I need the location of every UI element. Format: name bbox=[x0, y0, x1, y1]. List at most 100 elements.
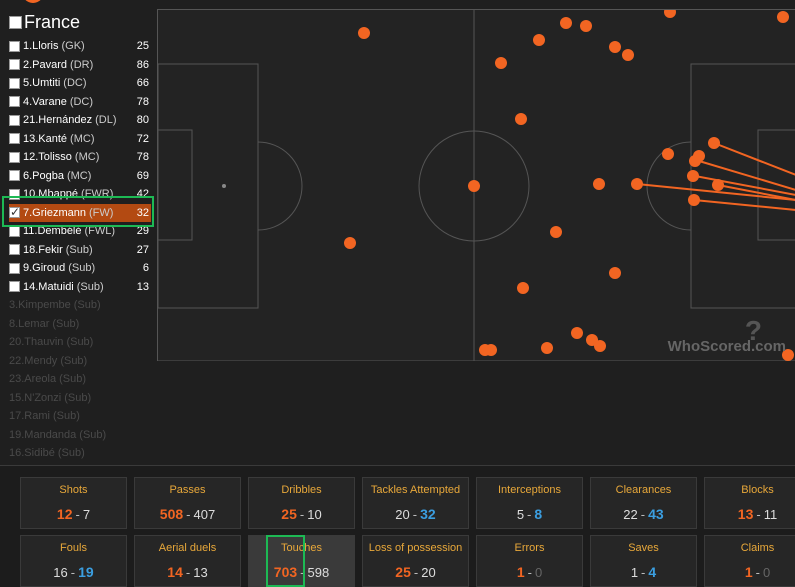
value-separator: - bbox=[413, 565, 419, 580]
player-checkbox[interactable] bbox=[9, 96, 20, 107]
stat-aerial-duels[interactable]: Aerial duels 14-13 bbox=[134, 535, 241, 587]
player-row[interactable]: 8.Lemar (Sub) bbox=[9, 315, 151, 333]
stat-tackles-attempted[interactable]: Tackles Attempted 20-32 bbox=[362, 477, 469, 529]
stat-fouls[interactable]: Fouls 16-19 bbox=[20, 535, 127, 587]
player-row[interactable]: 4.Varane (DC) 78 bbox=[9, 93, 151, 111]
stat-shots[interactable]: Shots 12-7 bbox=[20, 477, 127, 529]
player-row[interactable]: 3.Kimpembe (Sub) bbox=[9, 296, 151, 314]
player-row[interactable]: 13.Kanté (MC) 72 bbox=[9, 130, 151, 148]
stat-values: 508-407 bbox=[135, 506, 240, 522]
touch-marker[interactable] bbox=[609, 267, 621, 279]
player-row[interactable]: 5.Umtiti (DC) 66 bbox=[9, 74, 151, 92]
player-row[interactable]: 11.Dembélé (FWL) 29 bbox=[9, 222, 151, 240]
player-row[interactable]: 16.Sidibé (Sub) bbox=[9, 444, 151, 462]
player-row[interactable]: 10.Mbappé (FWR) 42 bbox=[9, 185, 151, 203]
player-row[interactable]: 21.Hernández (DL) 80 bbox=[9, 111, 151, 129]
player-row[interactable]: 22.Mendy (Sub) bbox=[9, 352, 151, 370]
stat-dribbles[interactable]: Dribbles 25-10 bbox=[248, 477, 355, 529]
player-row[interactable]: 19.Mandanda (Sub) bbox=[9, 426, 151, 444]
pitch-svg bbox=[158, 10, 795, 361]
player-checkbox[interactable] bbox=[9, 281, 20, 292]
player-row[interactable]: ✓ 7.Griezmann (FW) 32 bbox=[9, 203, 151, 222]
player-row[interactable]: 6.Pogba (MC) 69 bbox=[9, 167, 151, 185]
player-position: (MC) bbox=[66, 169, 92, 182]
stat-values: 1-0 bbox=[705, 564, 795, 580]
touch-marker[interactable] bbox=[541, 342, 553, 354]
touch-marker[interactable] bbox=[533, 34, 545, 46]
touch-marker[interactable] bbox=[517, 282, 529, 294]
touch-marker[interactable] bbox=[495, 57, 507, 69]
team-header[interactable]: France bbox=[9, 12, 80, 33]
touch-marker[interactable] bbox=[687, 170, 699, 182]
touch-marker[interactable] bbox=[468, 180, 480, 192]
stat-loss-of-possession[interactable]: Loss of possession 25-20 bbox=[362, 535, 469, 587]
stat-touches[interactable]: Touches 703-598 bbox=[248, 535, 355, 587]
touch-marker[interactable] bbox=[479, 344, 491, 356]
player-checkbox[interactable] bbox=[9, 114, 20, 126]
player-checkbox[interactable] bbox=[9, 262, 20, 274]
touch-marker[interactable] bbox=[358, 27, 370, 39]
player-row[interactable]: 15.N'Zonzi (Sub) bbox=[9, 389, 151, 407]
stat-title: Tackles Attempted bbox=[370, 484, 461, 496]
touch-marker[interactable] bbox=[344, 237, 356, 249]
value-separator: - bbox=[527, 565, 532, 580]
player-row[interactable]: 17.Rami (Sub) bbox=[9, 407, 151, 425]
player-checkbox[interactable] bbox=[9, 59, 20, 70]
home-value: 5 bbox=[516, 507, 525, 522]
player-row[interactable]: 20.Thauvin (Sub) bbox=[9, 333, 151, 351]
player-name: 22.Mendy bbox=[9, 354, 58, 367]
touch-marker[interactable] bbox=[571, 327, 583, 339]
touch-marker[interactable] bbox=[594, 340, 606, 352]
player-checkbox[interactable] bbox=[9, 244, 20, 255]
touch-marker[interactable] bbox=[662, 148, 674, 160]
player-checkbox[interactable]: ✓ bbox=[9, 205, 20, 219]
touch-marker[interactable] bbox=[777, 11, 789, 23]
stat-saves[interactable]: Saves 1-4 bbox=[590, 535, 697, 587]
stat-claims[interactable]: Claims 1-0 bbox=[704, 535, 795, 587]
player-checkbox[interactable] bbox=[9, 133, 20, 144]
touch-marker[interactable] bbox=[688, 194, 700, 206]
touch-marker[interactable] bbox=[550, 226, 562, 238]
stat-clearances[interactable]: Clearances 22-43 bbox=[590, 477, 697, 529]
stat-errors[interactable]: Errors 1-0 bbox=[476, 535, 583, 587]
touch-marker[interactable] bbox=[515, 113, 527, 125]
player-row[interactable]: 1.Lloris (GK) 25 bbox=[9, 37, 151, 55]
player-rating: 69 bbox=[136, 169, 149, 182]
touch-marker[interactable] bbox=[708, 137, 720, 149]
touch-marker[interactable] bbox=[560, 17, 572, 29]
touch-marker[interactable] bbox=[622, 49, 634, 61]
team-checkbox[interactable] bbox=[9, 16, 22, 29]
touch-marker[interactable] bbox=[689, 155, 701, 167]
player-name: 16.Sidibé bbox=[9, 447, 55, 459]
player-checkbox[interactable] bbox=[9, 40, 20, 52]
watermark: WhoScored.com bbox=[667, 338, 786, 355]
pass-arrow bbox=[713, 142, 795, 176]
team-badge-icon bbox=[22, 0, 44, 3]
player-checkbox[interactable] bbox=[9, 77, 20, 89]
stat-title: Loss of possession bbox=[368, 542, 463, 554]
stat-blocks[interactable]: Blocks 13-11 bbox=[704, 477, 795, 529]
player-name: 14.Matuidi bbox=[23, 280, 74, 293]
touch-marker[interactable] bbox=[664, 10, 676, 18]
player-row[interactable]: 14.Matuidi (Sub) 13 bbox=[9, 278, 151, 296]
player-checkbox[interactable] bbox=[9, 225, 20, 237]
player-row[interactable]: 9.Giroud (Sub) 6 bbox=[9, 259, 151, 277]
player-rating: 72 bbox=[136, 132, 149, 145]
touch-marker[interactable] bbox=[631, 178, 643, 190]
player-checkbox[interactable] bbox=[9, 151, 20, 163]
player-row[interactable]: 12.Tolisso (MC) 78 bbox=[9, 148, 151, 166]
pitch-map[interactable]: ? WhoScored.com bbox=[157, 9, 795, 361]
stat-interceptions[interactable]: Interceptions 5-8 bbox=[476, 477, 583, 529]
player-row[interactable]: 18.Fekir (Sub) 27 bbox=[9, 241, 151, 259]
stat-passes[interactable]: Passes 508-407 bbox=[134, 477, 241, 529]
player-checkbox[interactable] bbox=[9, 188, 20, 200]
touch-marker[interactable] bbox=[580, 20, 592, 32]
touch-marker[interactable] bbox=[609, 41, 621, 53]
player-row[interactable]: 23.Areola (Sub) bbox=[9, 370, 151, 388]
touch-marker[interactable] bbox=[593, 178, 605, 190]
player-row[interactable]: 2.Pavard (DR) 86 bbox=[9, 56, 151, 74]
player-position: (DR) bbox=[70, 58, 94, 71]
player-checkbox[interactable] bbox=[9, 170, 20, 181]
player-name: 18.Fekir bbox=[23, 243, 63, 256]
touch-marker[interactable] bbox=[712, 179, 724, 191]
